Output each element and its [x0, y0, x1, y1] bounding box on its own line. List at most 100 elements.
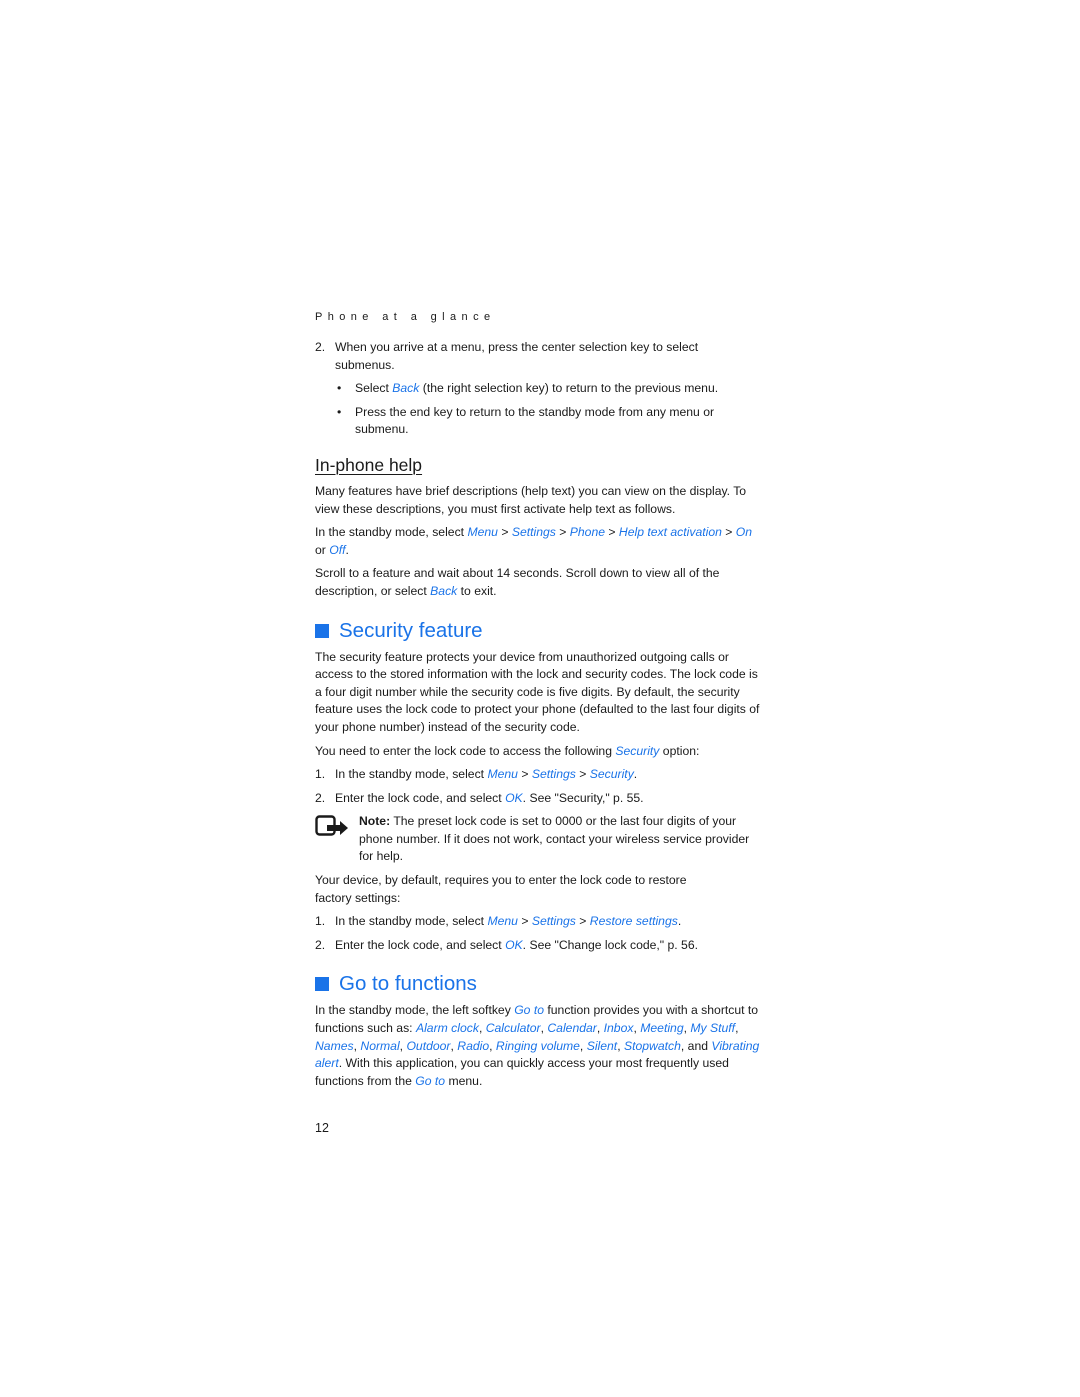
function-link-silent[interactable]: Silent: [587, 1039, 618, 1053]
function-link-radio[interactable]: Radio: [457, 1039, 489, 1053]
bullet-text: (the right selection key) to return to t…: [419, 381, 719, 396]
text: In the standby mode, select: [335, 767, 488, 782]
section-square-icon: [315, 623, 329, 638]
text: In the standby mode, select: [335, 914, 488, 929]
function-link-inbox[interactable]: Inbox: [604, 1021, 634, 1035]
document-page: Phone at a glance 2. When you arrive at …: [315, 310, 760, 1138]
function-link-stopwatch[interactable]: Stopwatch: [624, 1039, 681, 1053]
go-to-paragraph: In the standby mode, the left softkey Go…: [315, 1002, 760, 1090]
list-item: 1. In the standby mode, select Menu > Se…: [315, 913, 760, 931]
bullet-text: Press the end key to return to the stand…: [355, 404, 715, 437]
on-link[interactable]: On: [736, 525, 752, 539]
settings-link[interactable]: Settings: [532, 914, 576, 928]
function-link-calculator[interactable]: Calculator: [486, 1021, 541, 1035]
page-number: 12: [315, 1121, 329, 1136]
separator: >: [555, 525, 570, 540]
restore-settings-link[interactable]: Restore settings: [590, 914, 678, 928]
bullet-item: • Select Back (the right selection key) …: [315, 380, 760, 398]
list-number: 1.: [315, 767, 326, 782]
function-link-alarm-clock[interactable]: Alarm clock: [416, 1021, 479, 1035]
text: Enter the lock code, and select: [335, 937, 506, 952]
note-label: Note:: [359, 814, 391, 829]
function-link-calendar[interactable]: Calendar: [547, 1021, 596, 1035]
paragraph: You need to enter the lock code to acces…: [315, 743, 760, 761]
go-to-link[interactable]: Go to: [415, 1074, 445, 1088]
text: .: [677, 914, 682, 929]
go-to-functions-heading: Go to functions: [315, 972, 760, 996]
text: You need to enter the lock code to acces…: [315, 743, 616, 758]
note-block: Note: The preset lock code is set to 000…: [315, 813, 760, 866]
bullet-icon: •: [337, 404, 342, 419]
separator: ,: [579, 1038, 587, 1053]
text: .: [633, 767, 638, 782]
text: . See "Security," p. 55.: [522, 790, 644, 805]
text: . See "Change lock code," p. 56.: [522, 937, 698, 952]
help-text-activation-link[interactable]: Help text activation: [619, 525, 722, 539]
menu-link[interactable]: Menu: [467, 525, 498, 539]
separator: ,: [596, 1021, 604, 1036]
text: . With this application, you can quickly…: [315, 1056, 729, 1088]
text: In the standby mode, the left softkey: [315, 1003, 515, 1018]
list-item: 1. In the standby mode, select Menu > Se…: [315, 766, 760, 784]
function-link-normal[interactable]: Normal: [360, 1039, 399, 1053]
text: In the standby mode, select: [315, 525, 468, 540]
note-hand-icon: [315, 815, 348, 836]
separator: >: [497, 525, 512, 540]
section-square-icon: [315, 977, 329, 992]
ok-link[interactable]: OK: [505, 938, 523, 952]
text: option:: [659, 743, 700, 758]
running-header: Phone at a glance: [315, 311, 496, 323]
separator: ,: [735, 1021, 739, 1036]
menu-path-paragraph: In the standby mode, select Menu > Setti…: [315, 524, 760, 559]
list-item: 2. Enter the lock code, and select OK. S…: [315, 790, 760, 808]
function-link-names[interactable]: Names: [315, 1039, 354, 1053]
list-item: 2. When you arrive at a menu, press the …: [315, 339, 760, 374]
separator: ,: [617, 1038, 624, 1053]
separator: >: [575, 914, 590, 929]
text: .: [345, 542, 349, 557]
section-title: Security feature: [339, 618, 483, 642]
list-item: 2. Enter the lock code, and select OK. S…: [315, 937, 760, 955]
back-link[interactable]: Back: [392, 381, 419, 395]
menu-link[interactable]: Menu: [487, 767, 518, 781]
go-to-link[interactable]: Go to: [514, 1003, 544, 1017]
separator: ,: [478, 1021, 486, 1036]
settings-link[interactable]: Settings: [532, 767, 576, 781]
list-text: When you arrive at a menu, press the cen…: [335, 340, 699, 372]
text: to exit.: [457, 583, 497, 598]
list-number: 1.: [315, 914, 326, 929]
bullet-icon: •: [337, 381, 342, 396]
paragraph: Your device, by default, requires you to…: [315, 873, 687, 905]
separator: >: [575, 767, 590, 782]
security-link[interactable]: Security: [615, 744, 659, 758]
function-link-ringing-volume[interactable]: Ringing volume: [496, 1039, 580, 1053]
security-feature-heading: Security feature: [315, 619, 760, 643]
list-number: 2.: [315, 937, 326, 952]
function-link-meeting[interactable]: Meeting: [640, 1021, 683, 1035]
section-title: Go to functions: [339, 972, 477, 996]
text: Scroll to a feature and wait about 14 se…: [315, 566, 720, 598]
text: menu.: [445, 1073, 483, 1088]
separator: >: [517, 767, 532, 782]
function-link-my-stuff[interactable]: My Stuff: [690, 1021, 735, 1035]
separator: >: [721, 525, 736, 540]
back-link[interactable]: Back: [430, 584, 457, 598]
settings-link[interactable]: Settings: [512, 525, 556, 539]
phone-link[interactable]: Phone: [570, 525, 605, 539]
function-link-outdoor[interactable]: Outdoor: [406, 1039, 450, 1053]
bullet-text: Select: [355, 381, 393, 396]
separator: >: [605, 525, 619, 540]
bullet-item: • Press the end key to return to the sta…: [315, 404, 760, 439]
text: or: [315, 542, 330, 557]
list-number: 2.: [315, 790, 326, 805]
separator: ,: [489, 1038, 496, 1053]
note-text: The preset lock code is set to 0000 or t…: [359, 814, 750, 864]
off-link[interactable]: Off: [329, 543, 345, 557]
list-number: 2.: [315, 340, 326, 354]
menu-link[interactable]: Menu: [487, 914, 518, 928]
security-link[interactable]: Security: [590, 767, 634, 781]
paragraph: Many features have brief descriptions (h…: [315, 483, 747, 516]
ok-link[interactable]: OK: [505, 791, 523, 805]
separator: >: [517, 914, 532, 929]
paragraph: Scroll to a feature and wait about 14 se…: [315, 565, 760, 600]
